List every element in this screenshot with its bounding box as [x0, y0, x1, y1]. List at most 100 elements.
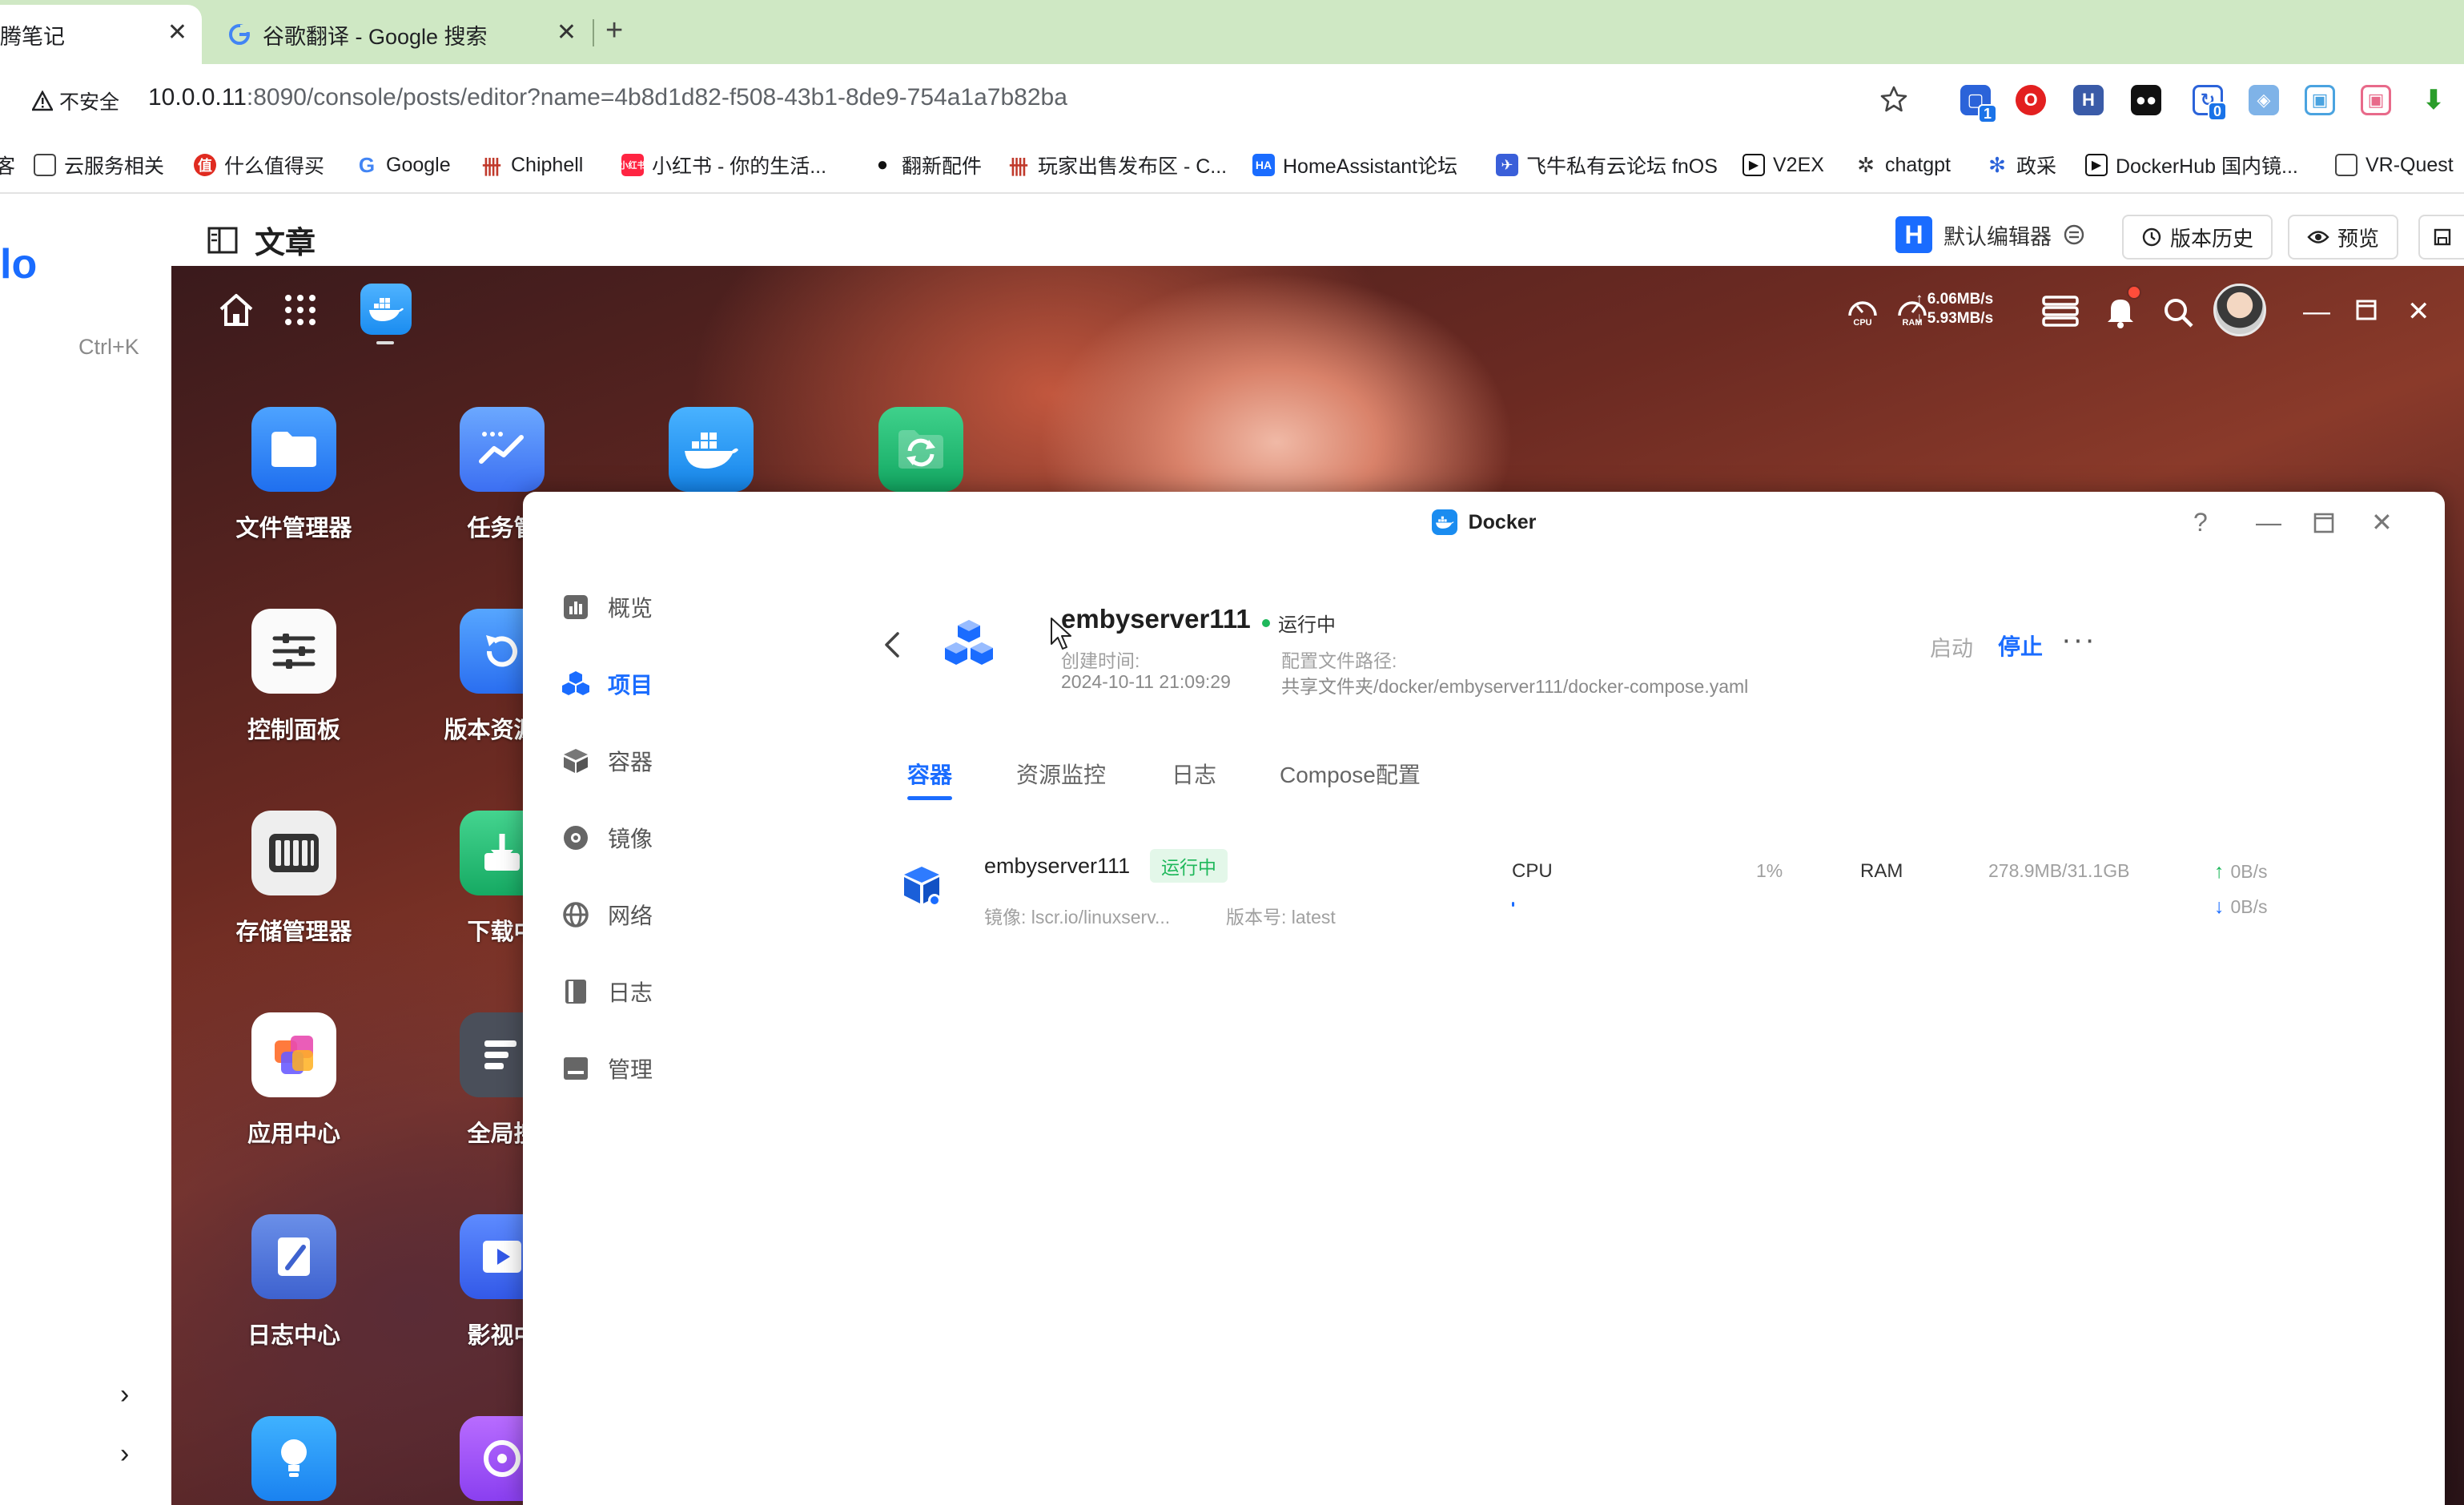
stop-button[interactable]: 停止 — [1998, 630, 2043, 662]
start-button[interactable]: 启动 — [1930, 631, 1973, 662]
chevron-right-icon[interactable]: › — [120, 1379, 129, 1410]
tab-logs[interactable]: 日志 — [1172, 758, 1216, 790]
desktop-app-control-panel[interactable]: 控制面板 — [214, 609, 374, 745]
nav-overview[interactable]: 概览 — [561, 591, 653, 623]
bookmark-folder-vr[interactable]: VR-Quest — [2335, 149, 2454, 181]
avatar[interactable] — [2213, 284, 2266, 336]
bell-icon[interactable] — [2104, 295, 2136, 328]
version-history-button[interactable]: 版本历史 — [2122, 215, 2273, 260]
ram-label: RAM — [1860, 860, 1903, 882]
close-icon[interactable]: ✕ — [557, 21, 577, 45]
status-dot — [1262, 618, 1270, 627]
bookmark-homeassistant[interactable]: HA HomeAssistant论坛 — [1252, 149, 1457, 181]
server-list-icon[interactable] — [2042, 295, 2079, 327]
desktop-app-log-center[interactable]: 日志中心 — [214, 1214, 374, 1350]
url-path: :8090/console/posts/editor?name=4b8d1d82… — [246, 84, 1067, 111]
bookmark-xiaohongshu[interactable]: 小红书 小红书 - 你的生活... — [620, 149, 826, 181]
close-icon[interactable]: ✕ — [2407, 298, 2430, 325]
docker-dock-icon[interactable] — [360, 284, 412, 335]
nav-container[interactable]: 容器 — [561, 745, 653, 777]
desktop-app-bulb[interactable] — [214, 1416, 374, 1501]
extension-badge: 0 — [2208, 102, 2227, 121]
back-button[interactable] — [883, 631, 901, 658]
extension-dark-icon[interactable]: ●● — [2131, 85, 2161, 115]
container-download-rate: ↓ 0B/s — [2214, 895, 2268, 918]
desktop-app-file-manager[interactable]: 文件管理器 — [214, 407, 374, 543]
cpu-gauge-icon[interactable]: CPU — [1845, 292, 1880, 327]
log-icon — [561, 977, 590, 1006]
close-icon[interactable]: ✕ — [167, 21, 187, 45]
desktop-app-storage[interactable]: 存储管理器 — [214, 811, 374, 947]
search-icon[interactable] — [2162, 296, 2194, 328]
docker-icon: ▶ — [2085, 154, 2108, 176]
bookmark-chiphell[interactable]: 卌 Chiphell — [480, 149, 583, 181]
maximize-icon[interactable] — [2313, 513, 2334, 533]
desktop-app-sync[interactable] — [841, 407, 1001, 492]
bookmark-fnos[interactable]: ✈ 飞牛私有云论坛 fnOS — [1496, 149, 1718, 181]
bookmark-star-icon[interactable] — [1878, 83, 1910, 115]
network-speed[interactable]: ↑ 6.06MB/s ↓ 5.93MB/s — [1915, 290, 1993, 328]
app-grid-icon[interactable] — [282, 292, 319, 328]
nav-network[interactable]: 网络 — [561, 899, 653, 931]
bookmark-apple[interactable]: ● 翻新配件 — [871, 149, 982, 181]
browser-tab-google[interactable]: 谷歌翻译 - Google 搜索 ✕ — [216, 5, 593, 64]
container-name[interactable]: embyserver111 — [984, 854, 1130, 879]
maximize-icon[interactable] — [2356, 300, 2377, 320]
home-icon[interactable] — [216, 290, 256, 330]
search-shortcut-hint[interactable]: Ctrl+K — [78, 335, 139, 360]
nav-image[interactable]: 镜像 — [561, 822, 653, 854]
close-icon[interactable]: ✕ — [2371, 509, 2393, 535]
minimize-icon[interactable]: — — [2303, 298, 2330, 325]
bookmark-chiphell-market[interactable]: 卌玩家出售发布区 - C... — [1007, 149, 1227, 181]
minimize-icon[interactable]: — — [2256, 509, 2281, 535]
extension-1-icon[interactable]: ▢ 1 — [1960, 85, 1997, 123]
address-bar[interactable]: 10.0.0.11:8090/console/posts/editor?name… — [148, 84, 1067, 111]
nav-log[interactable]: 日志 — [561, 976, 653, 1008]
bookmark-zhengcai[interactable]: ✻ 政采 — [1986, 149, 2056, 181]
h-editor-icon: H — [1895, 216, 1932, 253]
download-icon[interactable]: ⬇ — [2418, 85, 2449, 115]
upload-speed: ↑ 6.06MB/s — [1915, 291, 1994, 308]
app-center-icon — [251, 1012, 336, 1097]
project-icon — [561, 670, 590, 698]
status-badge: 运行中 — [1150, 849, 1228, 883]
bookmark-google[interactable]: G Google — [356, 149, 451, 181]
clip-extension-icon[interactable]: ▣ — [2361, 85, 2391, 115]
tab-resource-monitor[interactable]: 资源监控 — [1016, 758, 1106, 790]
halo-logo[interactable]: lo — [0, 240, 37, 288]
bookmark-item[interactable]: 客 — [0, 149, 15, 181]
bookmark-chatgpt[interactable]: ✲ chatgpt — [1855, 149, 1951, 181]
tab-containers[interactable]: 容器 — [907, 758, 952, 790]
desktop-app-docker[interactable] — [631, 407, 791, 492]
calendar-extension-icon[interactable]: ▣ — [2305, 85, 2335, 115]
desktop-app-app-center[interactable]: 应用中心 — [214, 1012, 374, 1149]
editor-switch[interactable]: H 默认编辑器 — [1895, 216, 2085, 253]
help-icon[interactable]: ? — [2193, 509, 2208, 535]
chevron-right-icon[interactable]: › — [120, 1439, 129, 1470]
h-extension-icon[interactable]: H — [2073, 85, 2104, 115]
bookmark-folder-cloud[interactable]: 云服务相关 — [34, 149, 164, 181]
image-icon — [561, 823, 590, 852]
sync-extension-icon[interactable]: ↻ 0 — [2193, 85, 2227, 121]
security-indicator[interactable]: 不安全 — [32, 87, 119, 115]
preview-button[interactable]: 预览 — [2288, 215, 2399, 260]
nav-project[interactable]: 项目 — [561, 668, 653, 700]
opera-extension-icon[interactable]: O — [2016, 85, 2046, 115]
history-icon — [2142, 227, 2161, 247]
fnos-icon: ✈ — [1496, 154, 1518, 176]
url-host: 10.0.0.11 — [148, 84, 247, 111]
more-options-button[interactable]: ··· — [2061, 623, 2096, 658]
save-button[interactable] — [2418, 215, 2464, 260]
bookmark-dockerhub[interactable]: ▶ DockerHub 国内镜... — [2085, 149, 2298, 181]
tab-compose-config[interactable]: Compose配置 — [1280, 758, 1421, 790]
notification-dot — [2127, 285, 2141, 300]
translate-extension-icon[interactable]: ◈ — [2249, 85, 2279, 115]
new-tab-button[interactable]: + — [605, 14, 623, 46]
nav-manage[interactable]: 管理 — [561, 1052, 653, 1084]
folder-icon — [251, 407, 336, 492]
folder-icon — [34, 154, 56, 176]
bookmark-v2ex[interactable]: ▶ V2EX — [1742, 149, 1824, 181]
bookmark-smzdm[interactable]: 值什么值得买 — [194, 149, 324, 181]
container-icon — [561, 746, 590, 775]
browser-tab-notes[interactable]: 腾笔记 ✕ — [0, 5, 202, 64]
